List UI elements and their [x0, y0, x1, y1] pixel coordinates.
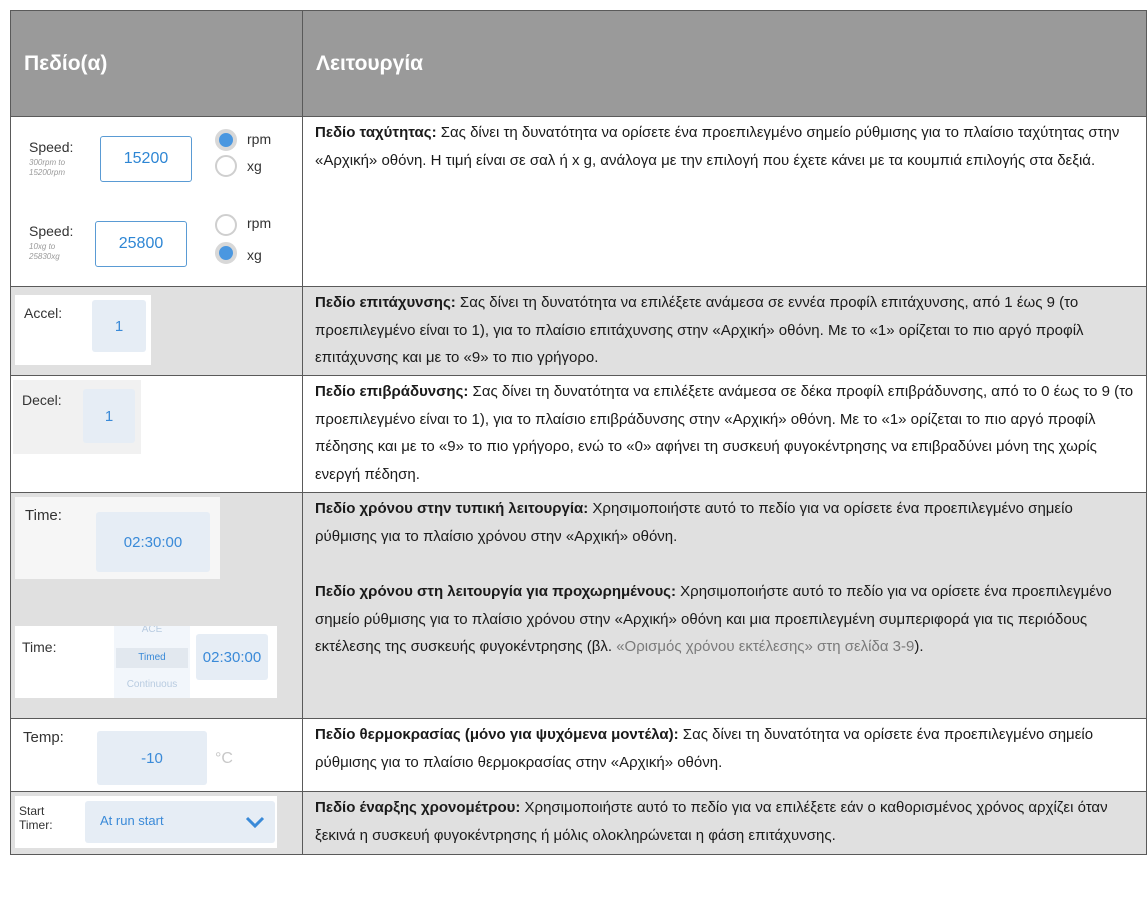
- speed-rpm-panel: Speed: 300rpm to 15200rpm 15200 rpm xg: [15, 125, 285, 195]
- temp-panel: Temp: -10 °C: [15, 723, 253, 788]
- row-decel: Decel: 1 Πεδίο επιβράδυνσης: Σας δίνει τ…: [10, 375, 1147, 493]
- header-fields: Πεδίο(α): [10, 10, 303, 117]
- xg-radio[interactable]: [215, 242, 237, 264]
- accel-value-field[interactable]: 1: [92, 300, 146, 352]
- time-value-field[interactable]: 02:30:00: [196, 634, 268, 680]
- time-mode-timed[interactable]: Timed: [116, 648, 188, 668]
- temp-title: Πεδίο θερμοκρασίας (μόνο για ψυχόμενα μο…: [315, 726, 679, 743]
- chevron-down-icon: [245, 816, 265, 829]
- accel-panel: Accel: 1: [15, 295, 151, 365]
- celsius-unit: °C: [215, 750, 233, 767]
- speed-value-field[interactable]: 25800: [95, 221, 187, 267]
- rpm-radio-label: rpm: [247, 131, 272, 147]
- row-temp: Temp: -10 °C Πεδίο θερμοκρασίας (μόνο γι…: [10, 718, 1147, 792]
- xg-radio[interactable]: [215, 155, 237, 177]
- temp-label: Temp:: [23, 729, 64, 746]
- settings-table: Πεδίο(α) Λειτουργία Speed: 300rpm to 152…: [10, 10, 1147, 855]
- time-label: Time:: [25, 507, 62, 524]
- time-value-field[interactable]: 02:30:00: [96, 512, 210, 572]
- time-label: Time:: [22, 639, 57, 655]
- decel-description: Πεδίο επιβράδυνσης: Σας δίνει τη δυνατότ…: [302, 375, 1147, 493]
- time-title-advanced: Πεδίο χρόνου στη λειτουργία για προχωρημ…: [315, 583, 676, 600]
- temp-description: Πεδίο θερμοκρασίας (μόνο για ψυχόμενα μο…: [302, 718, 1147, 792]
- rpm-radio-label: rpm: [247, 215, 272, 231]
- decel-widgets-cell: Decel: 1: [10, 375, 303, 493]
- speed-title: Πεδίο ταχύτητας:: [315, 124, 437, 141]
- accel-description: Πεδίο επιτάχυνσης: Σας δίνει τη δυνατότη…: [302, 286, 1147, 376]
- time-mode-continuous[interactable]: Continuous: [114, 679, 190, 690]
- timer-title: Πεδίο έναρξης χρονομέτρου:: [315, 799, 521, 816]
- row-accel: Accel: 1 Πεδίο επιτάχυνσης: Σας δίνει τη…: [10, 286, 1147, 376]
- time-mode-ace[interactable]: ACE: [114, 626, 190, 635]
- timer-description: Πεδίο έναρξης χρονομέτρου: Χρησιμοποιήστ…: [302, 791, 1147, 855]
- time-standard-panel: Time: 02:30:00: [15, 497, 220, 579]
- decel-panel: Decel: 1: [13, 380, 141, 454]
- time-description: Πεδίο χρόνου στην τυπική λειτουργία: Χρη…: [302, 492, 1147, 719]
- speed-widgets-cell: Speed: 300rpm to 15200rpm 15200 rpm xg S…: [10, 116, 303, 287]
- accel-widgets-cell: Accel: 1: [10, 286, 303, 376]
- speed-label: Speed:: [29, 223, 74, 239]
- timer-dropdown[interactable]: At run start: [85, 801, 275, 843]
- timer-label: Start Timer:: [19, 804, 53, 832]
- header-fields-label: Πεδίο(α): [24, 51, 108, 75]
- speed-xg-panel: Speed: 10xg to 25830xg 25800 rpm xg: [15, 205, 285, 280]
- temp-value-field[interactable]: -10: [97, 731, 207, 785]
- rpm-radio[interactable]: [215, 214, 237, 236]
- decel-title: Πεδίο επιβράδυνσης:: [315, 383, 469, 400]
- time-advanced-panel: Time: ACE Timed Continuous 02:30:00: [15, 626, 277, 698]
- accel-label: Accel:: [24, 305, 63, 321]
- run-time-link[interactable]: «Ορισμός χρόνου εκτέλεσης» στη σελίδα 3-…: [616, 638, 914, 655]
- speed-text: Σας δίνει τη δυνατότητα να ορίσετε ένα π…: [315, 124, 1120, 169]
- time-title-standard: Πεδίο χρόνου στην τυπική λειτουργία:: [315, 500, 589, 517]
- temp-widgets-cell: Temp: -10 °C: [10, 718, 303, 792]
- time-mode-picker[interactable]: ACE Timed Continuous: [114, 626, 190, 698]
- speed-description: Πεδίο ταχύτητας: Σας δίνει τη δυνατότητα…: [302, 116, 1147, 287]
- speed-range: 10xg to 25830xg: [29, 242, 60, 261]
- header-function: Λειτουργία: [302, 10, 1147, 117]
- speed-range: 300rpm to 15200rpm: [29, 158, 66, 177]
- time-text-advanced-end: ).: [914, 638, 924, 655]
- header-function-label: Λειτουργία: [316, 51, 424, 75]
- decel-label: Decel:: [22, 392, 62, 408]
- timer-panel: Start Timer: At run start: [15, 796, 277, 848]
- rpm-radio[interactable]: [215, 129, 237, 151]
- xg-radio-label: xg: [247, 158, 262, 174]
- accel-title: Πεδίο επιτάχυνσης:: [315, 294, 456, 311]
- xg-radio-label: xg: [247, 247, 262, 263]
- time-widgets-cell: Time: 02:30:00 Time: ACE Timed Continuou…: [10, 492, 303, 719]
- decel-value-field[interactable]: 1: [83, 389, 135, 443]
- row-time: Time: 02:30:00 Time: ACE Timed Continuou…: [10, 492, 1147, 719]
- speed-value-field[interactable]: 15200: [100, 136, 192, 182]
- timer-dropdown-value: At run start: [100, 813, 164, 828]
- timer-widgets-cell: Start Timer: At run start: [10, 791, 303, 855]
- speed-label: Speed:: [29, 139, 74, 155]
- row-timer: Start Timer: At run start Πεδίο έναρξης …: [10, 791, 1147, 855]
- row-speed: Speed: 300rpm to 15200rpm 15200 rpm xg S…: [10, 116, 1147, 287]
